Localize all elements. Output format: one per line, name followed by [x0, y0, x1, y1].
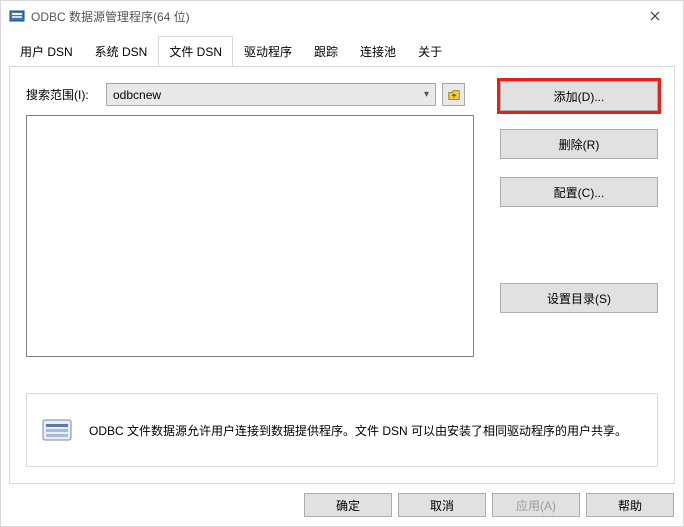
info-box: ODBC 文件数据源允许用户连接到数据提供程序。文件 DSN 可以由安装了相同驱…	[26, 393, 658, 467]
remove-button[interactable]: 删除(R)	[500, 129, 658, 159]
tab-user-dsn[interactable]: 用户 DSN	[9, 36, 84, 67]
tab-system-dsn[interactable]: 系统 DSN	[84, 36, 159, 67]
tab-about[interactable]: 关于	[407, 36, 453, 67]
titlebar: ODBC 数据源管理程序(64 位)	[1, 1, 683, 31]
tab-panel-file-dsn: 搜索范围(I): odbcnew ▾ 添加(D)... 删除(R) 配置(C).…	[9, 66, 675, 484]
datasource-icon	[41, 414, 73, 446]
close-icon	[650, 11, 660, 21]
window-title: ODBC 数据源管理程序(64 位)	[31, 8, 635, 25]
close-button[interactable]	[635, 1, 675, 31]
folder-up-button[interactable]	[442, 83, 465, 106]
search-combo[interactable]: odbcnew ▾	[106, 83, 436, 106]
search-combo-value: odbcnew	[113, 88, 161, 102]
tab-pooling[interactable]: 连接池	[349, 36, 407, 67]
tab-file-dsn[interactable]: 文件 DSN	[158, 36, 233, 67]
dialog-footer: 确定 取消 应用(A) 帮助	[304, 493, 674, 517]
tab-tracing[interactable]: 跟踪	[303, 36, 349, 67]
chevron-down-icon: ▾	[424, 89, 429, 100]
help-button[interactable]: 帮助	[586, 493, 674, 517]
set-directory-button[interactable]: 设置目录(S)	[500, 283, 658, 313]
ok-button[interactable]: 确定	[304, 493, 392, 517]
search-label: 搜索范围(I):	[26, 86, 106, 103]
app-icon	[9, 8, 25, 24]
tab-strip: 用户 DSN 系统 DSN 文件 DSN 驱动程序 跟踪 连接池 关于	[1, 35, 683, 66]
apply-button[interactable]: 应用(A)	[492, 493, 580, 517]
side-buttons: 添加(D)... 删除(R) 配置(C)... 设置目录(S)	[500, 81, 658, 313]
add-button[interactable]: 添加(D)...	[500, 81, 658, 111]
spacer	[500, 225, 658, 265]
configure-button[interactable]: 配置(C)...	[500, 177, 658, 207]
folder-up-icon	[447, 88, 461, 102]
file-listbox[interactable]	[26, 115, 474, 357]
info-text: ODBC 文件数据源允许用户连接到数据提供程序。文件 DSN 可以由安装了相同驱…	[89, 422, 627, 439]
tab-drivers[interactable]: 驱动程序	[233, 36, 303, 67]
cancel-button[interactable]: 取消	[398, 493, 486, 517]
